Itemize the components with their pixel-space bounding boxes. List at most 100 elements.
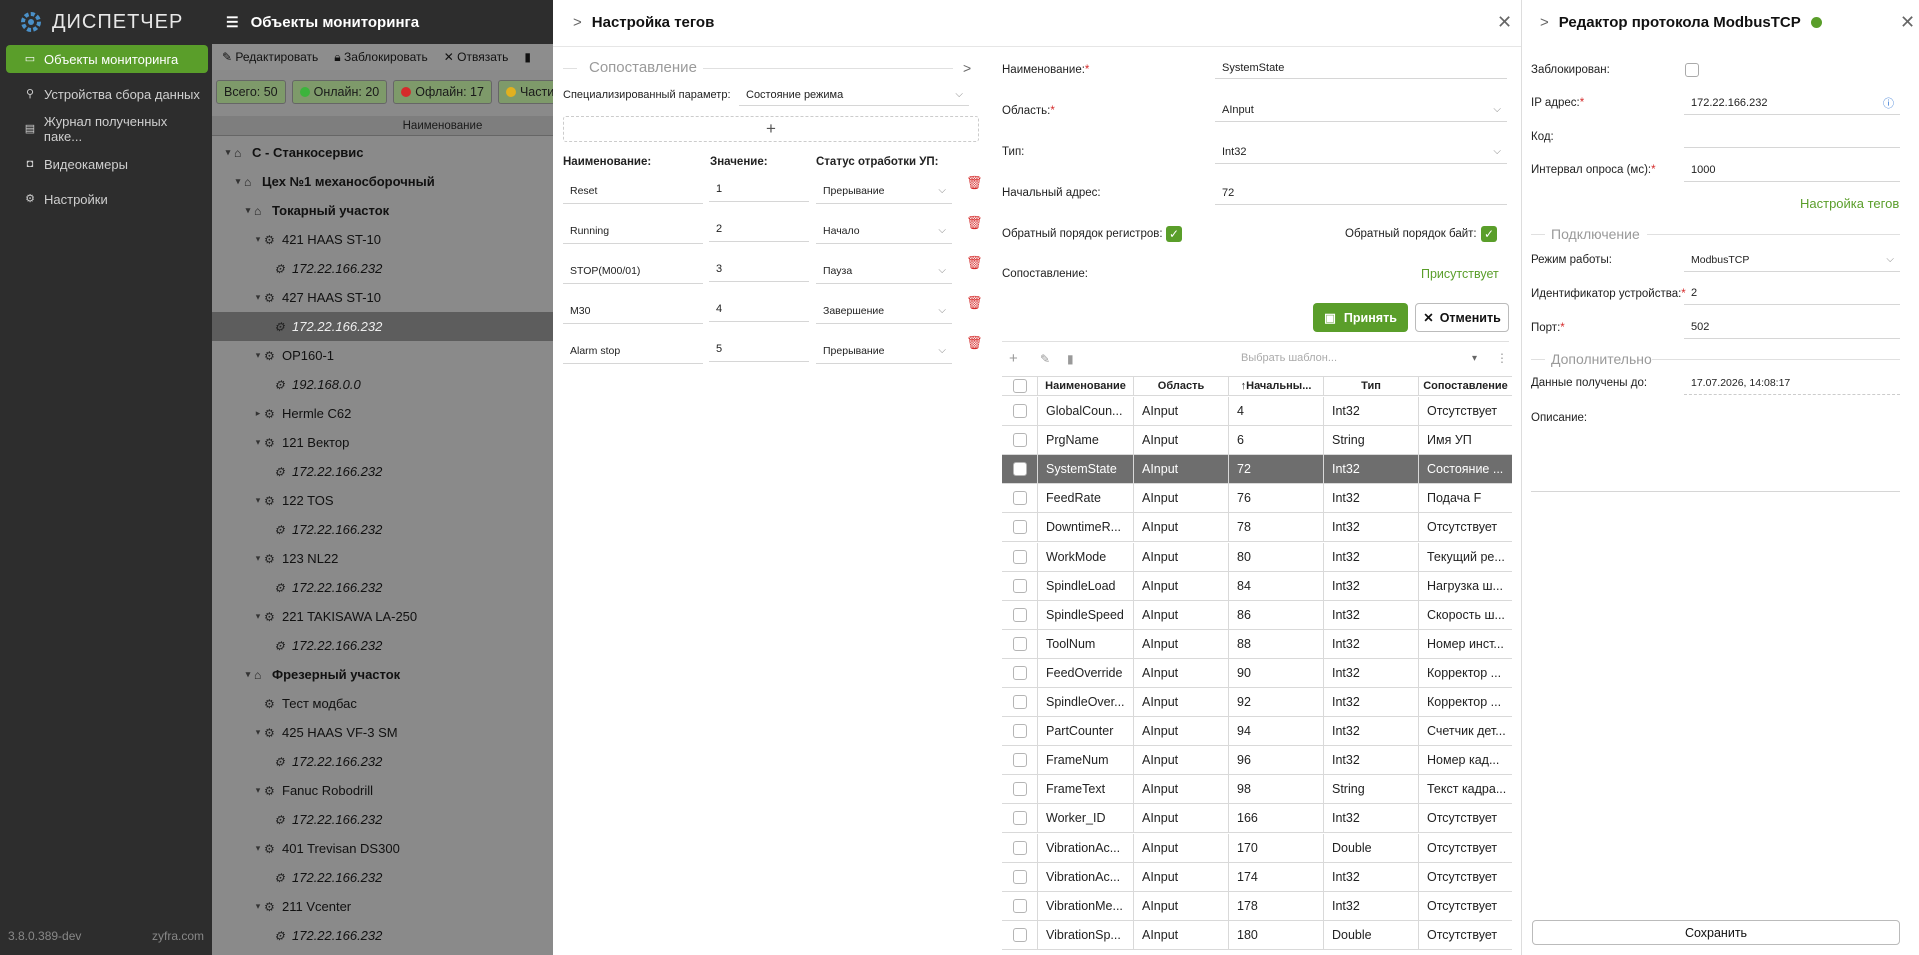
caret-down-icon[interactable]: ▾	[222, 147, 234, 158]
row-checkbox[interactable]	[1012, 782, 1027, 797]
trash-icon[interactable]: 🗑︎	[966, 176, 983, 190]
column-header[interactable]: Сопоставление	[1419, 377, 1512, 395]
table-row[interactable]: DowntimeR... AInput 78 Int32 Отсутствует	[1002, 513, 1512, 543]
column-header[interactable]: Тип	[1324, 377, 1419, 395]
tree-row[interactable]: ⚙ 172.22.166.232	[212, 921, 553, 950]
mapping-value-field[interactable]: 1	[709, 176, 809, 202]
close-icon[interactable]: ✕	[1900, 12, 1915, 33]
row-checkbox[interactable]	[1012, 636, 1027, 651]
tree-row[interactable]: ▾ ⌂ Фрезерный участок	[212, 660, 553, 689]
mapping-value-field[interactable]: 3	[709, 256, 809, 282]
row-checkbox[interactable]	[1012, 840, 1027, 855]
unbind-button[interactable]: ✕ Отвязать	[444, 50, 509, 64]
row-checkbox[interactable]	[1012, 665, 1027, 680]
special-param-select[interactable]: Состояние режима ⌵	[739, 84, 969, 106]
delete-tag-button[interactable]: ▮	[1067, 352, 1074, 366]
trash-icon[interactable]: 🗑︎	[966, 336, 983, 350]
row-checkbox[interactable]	[1012, 898, 1027, 913]
tree-row[interactable]: ▾ ⚙ 211 Vcenter	[212, 892, 553, 921]
row-checkbox[interactable]	[1012, 549, 1027, 564]
table-row[interactable]: SystemState AInput 72 Int32 Состояние ...	[1002, 455, 1512, 485]
mapping-name-field[interactable]: Reset	[563, 178, 703, 204]
table-row[interactable]: FeedRate AInput 76 Int32 Подача F	[1002, 484, 1512, 514]
table-row[interactable]: WorkMode AInput 80 Int32 Текущий ре...	[1002, 542, 1512, 572]
start-address-field[interactable]: 72	[1215, 181, 1507, 205]
caret-right-icon[interactable]: ▸	[252, 408, 264, 419]
column-header[interactable]: Область	[1134, 377, 1229, 395]
register-order-checkbox[interactable]: ✓	[1166, 226, 1182, 242]
tree-row[interactable]: ▾ ⚙ OP160-1	[212, 341, 553, 370]
table-row[interactable]: FrameText AInput 98 String Текст кадра...	[1002, 775, 1512, 805]
caret-down-icon[interactable]: ▾	[252, 785, 264, 796]
tree-row[interactable]: ▾ ⌂ Цех №1 механосборочный	[212, 167, 553, 196]
caret-down-icon[interactable]: ▾	[252, 234, 264, 245]
tree-row[interactable]: ⚙ 172.22.166.232	[212, 747, 553, 776]
chevron-right-icon[interactable]: >	[1540, 14, 1549, 31]
code-field[interactable]	[1684, 124, 1900, 148]
mapping-name-field[interactable]: STOP(M00/01)	[563, 258, 703, 284]
caret-down-icon[interactable]: ▾	[252, 350, 264, 361]
tree-row[interactable]: ▸ ⚙ Hermle C62	[212, 399, 553, 428]
mapping-status-select[interactable]: Прерывание ⌵	[816, 338, 952, 364]
table-row[interactable]: SpindleLoad AInput 84 Int32 Нагрузка ш...	[1002, 571, 1512, 601]
mapping-status-select[interactable]: Прерывание ⌵	[816, 178, 952, 204]
tree-row[interactable]: ⚙ 172.22.166.232	[212, 254, 553, 283]
table-row[interactable]: FrameNum AInput 96 Int32 Номер кад...	[1002, 746, 1512, 776]
filter-total[interactable]: Всего: 50	[216, 80, 286, 104]
menu-collapse-icon[interactable]: ☰	[226, 14, 239, 31]
filter-offline[interactable]: Офлайн: 17	[393, 80, 492, 104]
accept-button[interactable]: ▣ Принять	[1313, 303, 1408, 332]
tree-row[interactable]: ▾ ⚙ 123 NL22	[212, 544, 553, 573]
tree-row[interactable]: ▾ ⚙ 221 TAKISAWA LA-250	[212, 602, 553, 631]
tree-row[interactable]: ▾ ⚙ Fanuc Robodrill	[212, 776, 553, 805]
tree-row[interactable]: ⚙ 172.22.166.232	[212, 631, 553, 660]
row-checkbox[interactable]	[1012, 695, 1027, 709]
table-row[interactable]: PrgName AInput 6 String Имя УП	[1002, 426, 1512, 456]
sidebar-item-packet-log[interactable]: ▤ Журнал полученных паке...	[6, 114, 208, 144]
caret-down-icon[interactable]: ▾	[252, 437, 264, 448]
select-all-checkbox[interactable]	[1012, 379, 1027, 393]
caret-down-icon[interactable]: ▾	[242, 205, 254, 216]
mapping-name-field[interactable]: Alarm stop	[563, 338, 703, 364]
tag-name-field[interactable]: SystemState	[1215, 57, 1507, 79]
table-row[interactable]: Worker_ID AInput 166 Int32 Отсутствует	[1002, 804, 1512, 834]
caret-down-icon[interactable]: ▾	[252, 611, 264, 622]
table-row[interactable]: SpindleSpeed AInput 86 Int32 Скорость ш...	[1002, 600, 1512, 630]
add-mapping-button[interactable]: +	[563, 116, 979, 142]
caret-down-icon[interactable]: ▾	[252, 495, 264, 506]
save-button[interactable]: Сохранить	[1532, 920, 1900, 945]
block-button[interactable]: 🔒︎ Заблокировать	[334, 50, 427, 65]
tree-row[interactable]: ▾ ⌂ С - Станкосервис	[212, 138, 553, 167]
tree-row[interactable]: ▾ ⚙ 427 HAAS ST-10	[212, 283, 553, 312]
trash-icon[interactable]: 🗑︎	[966, 256, 983, 270]
close-icon[interactable]: ✕	[1497, 12, 1512, 33]
mapping-status-select[interactable]: Начало ⌵	[816, 218, 952, 244]
add-tag-button[interactable]: +	[1009, 350, 1018, 367]
mapping-present-link[interactable]: Присутствует	[1421, 267, 1499, 281]
description-field[interactable]	[1531, 408, 1900, 492]
mode-select[interactable]: ModbusTCP ⌵	[1684, 248, 1900, 272]
row-checkbox[interactable]	[1012, 724, 1027, 739]
mapping-value-field[interactable]: 2	[709, 216, 809, 242]
mapping-name-field[interactable]: Running	[563, 218, 703, 244]
tree-row[interactable]: ⚙ 172.22.166.232	[212, 312, 553, 341]
filter-partial[interactable]: Части	[497, 80, 553, 104]
delete-icon[interactable]: ▮	[524, 50, 531, 64]
template-select[interactable]: Выбрать шаблон... ▾	[1213, 347, 1481, 369]
table-row[interactable]: SpindleOver... AInput 92 Int32 Корректор ...	[1002, 688, 1512, 717]
table-row[interactable]: VibrationAc... AInput 174 Int32 Отсутствует	[1002, 862, 1512, 892]
caret-down-icon[interactable]: ▾	[252, 553, 264, 564]
tag-settings-link[interactable]: Настройка тегов	[1800, 196, 1899, 211]
interval-field[interactable]: 1000	[1684, 158, 1900, 182]
sidebar-item-monitoring-objects[interactable]: ▭ Объекты мониторинга	[6, 45, 208, 73]
tree-row[interactable]: ⚙ 172.22.166.232	[212, 573, 553, 602]
mapping-value-field[interactable]: 4	[709, 296, 809, 322]
row-checkbox[interactable]	[1012, 607, 1027, 622]
sidebar-item-data-devices[interactable]: ⚲ Устройства сбора данных	[6, 80, 208, 108]
ip-field[interactable]: 172.22.166.232 ⓘ	[1684, 91, 1900, 115]
table-row[interactable]: VibrationAc... AInput 170 Double Отсутствует	[1002, 833, 1512, 863]
caret-down-icon[interactable]: ▾	[252, 843, 264, 854]
area-select[interactable]: AInput ⌵	[1215, 98, 1507, 122]
tree-row[interactable]: ⚙ 172.22.166.232	[212, 457, 553, 486]
more-vertical-icon[interactable]: ⋮	[1496, 351, 1508, 365]
